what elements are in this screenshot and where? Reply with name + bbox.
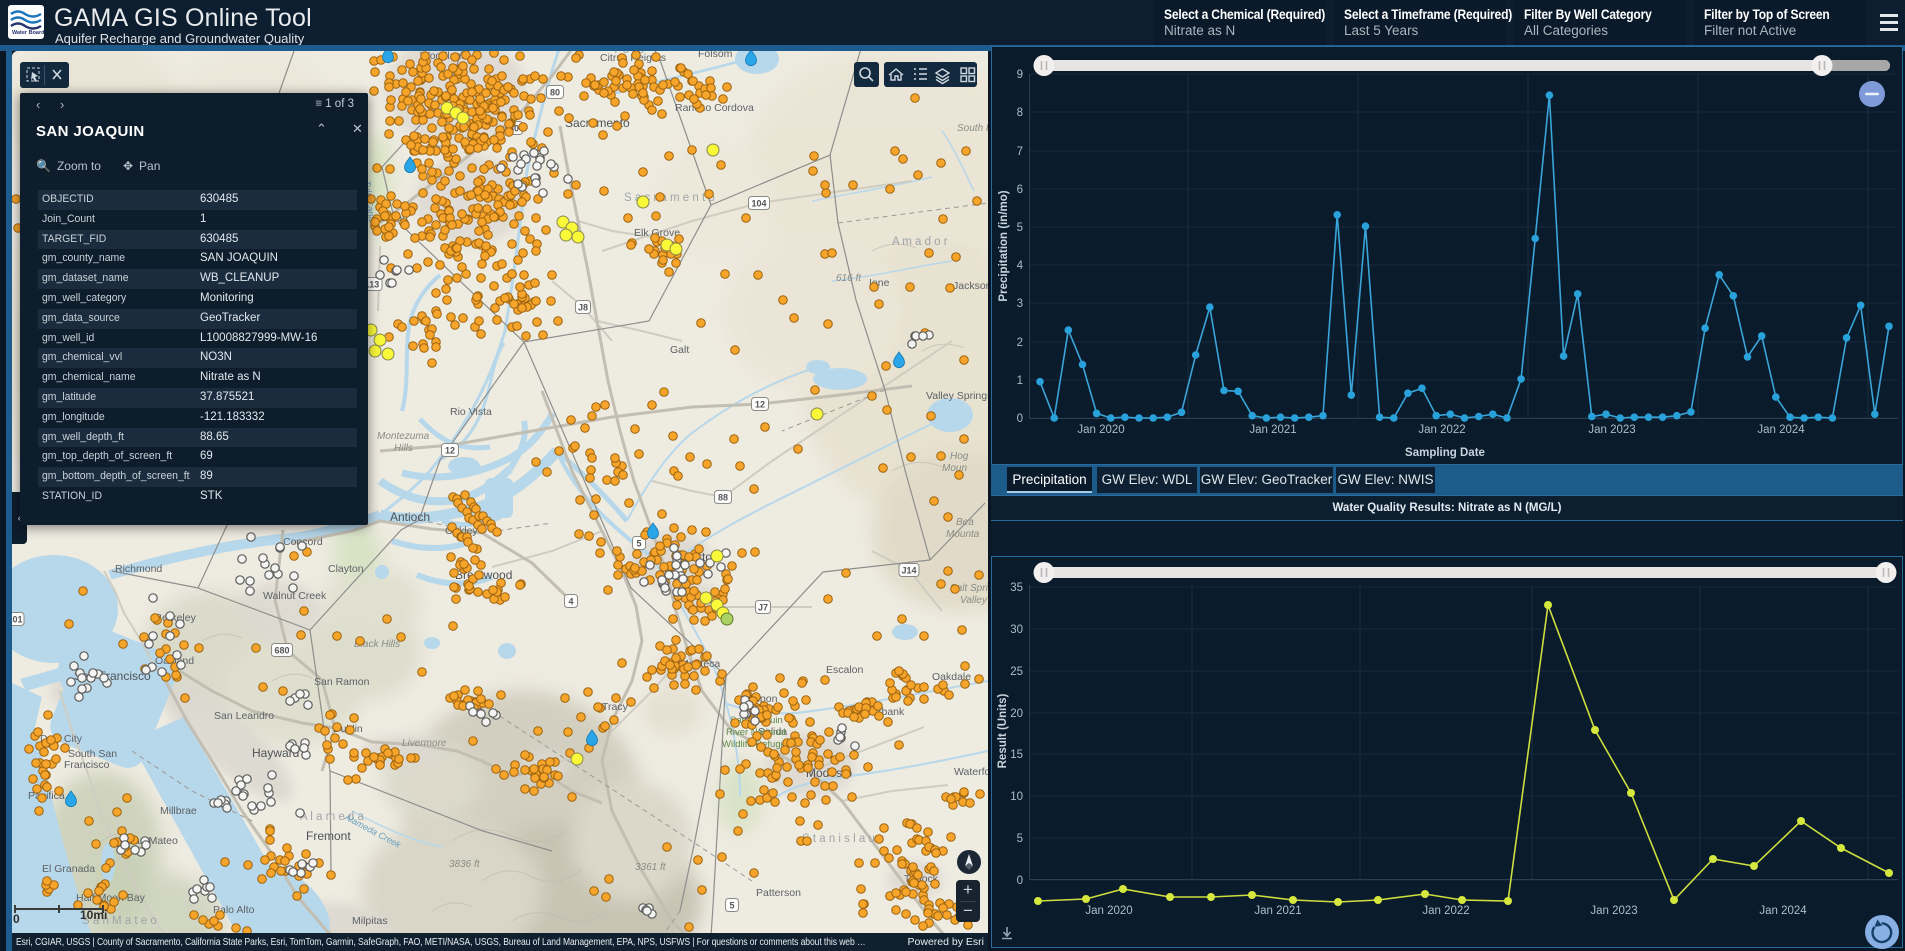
svg-text:80: 80 bbox=[550, 88, 560, 98]
svg-text:San Ramon: San Ramon bbox=[314, 676, 370, 688]
svg-text:Mounta: Mounta bbox=[946, 529, 980, 540]
svg-text:Hills: Hills bbox=[394, 443, 413, 454]
svg-text:Francisco: Francisco bbox=[64, 759, 110, 771]
svg-text:El Granada: El Granada bbox=[42, 863, 95, 875]
svg-text:Jackson: Jackson bbox=[953, 280, 988, 292]
svg-text:J7: J7 bbox=[758, 603, 768, 613]
svg-text:12: 12 bbox=[445, 446, 455, 456]
svg-text:88: 88 bbox=[718, 493, 728, 503]
svg-text:Millbrae: Millbrae bbox=[160, 805, 197, 817]
svg-text:South Fork: South Fork bbox=[957, 123, 988, 134]
svg-text:Escalon: Escalon bbox=[826, 664, 864, 676]
svg-text:Valley Springs: Valley Springs bbox=[926, 390, 988, 402]
svg-text:San Leandro: San Leandro bbox=[214, 710, 274, 722]
svg-text:Rancho Cordova: Rancho Cordova bbox=[675, 102, 754, 114]
svg-text:J14: J14 bbox=[901, 566, 916, 576]
svg-text:4: 4 bbox=[568, 597, 573, 607]
svg-text:Montezuma: Montezuma bbox=[377, 431, 430, 442]
svg-text:104: 104 bbox=[751, 199, 766, 209]
svg-text:Milpitas: Milpitas bbox=[352, 915, 388, 927]
svg-text:Richmond: Richmond bbox=[115, 563, 162, 575]
svg-text:Antioch: Antioch bbox=[390, 510, 430, 524]
svg-text:0: 0 bbox=[13, 912, 20, 926]
svg-text:3361 ft: 3361 ft bbox=[635, 862, 667, 873]
svg-text:Valley: Valley bbox=[960, 595, 988, 606]
svg-text:Hog: Hog bbox=[950, 451, 969, 462]
svg-text:Livermore: Livermore bbox=[402, 738, 447, 749]
svg-text:Tracy: Tracy bbox=[602, 701, 629, 713]
svg-text:J8: J8 bbox=[578, 303, 588, 313]
svg-text:Galt: Galt bbox=[670, 344, 689, 356]
svg-text:Bea: Bea bbox=[956, 517, 974, 528]
svg-text:Fremont: Fremont bbox=[306, 829, 351, 843]
svg-text:5: 5 bbox=[729, 901, 734, 911]
svg-text:Clayton: Clayton bbox=[328, 563, 364, 575]
svg-text:Moun: Moun bbox=[942, 463, 967, 474]
svg-text:10mi: 10mi bbox=[80, 908, 107, 922]
svg-text:S t a n i s l a u s: S t a n i s l a u s bbox=[802, 833, 884, 845]
svg-text:Waterford: Waterford bbox=[954, 766, 988, 778]
svg-text:616 ft: 616 ft bbox=[836, 273, 862, 284]
svg-text:A m a d o r: A m a d o r bbox=[892, 236, 948, 248]
svg-text:Patterson: Patterson bbox=[756, 887, 801, 899]
svg-text:5: 5 bbox=[636, 539, 641, 549]
svg-text:680: 680 bbox=[274, 646, 289, 656]
svg-text:101: 101 bbox=[12, 615, 23, 625]
svg-text:Rio Vista: Rio Vista bbox=[450, 406, 492, 418]
svg-text:Water Boards: Water Boards bbox=[12, 30, 44, 36]
svg-text:12: 12 bbox=[755, 400, 765, 410]
svg-text:3836 ft: 3836 ft bbox=[449, 859, 481, 870]
svg-text:Folsom: Folsom bbox=[698, 51, 733, 60]
